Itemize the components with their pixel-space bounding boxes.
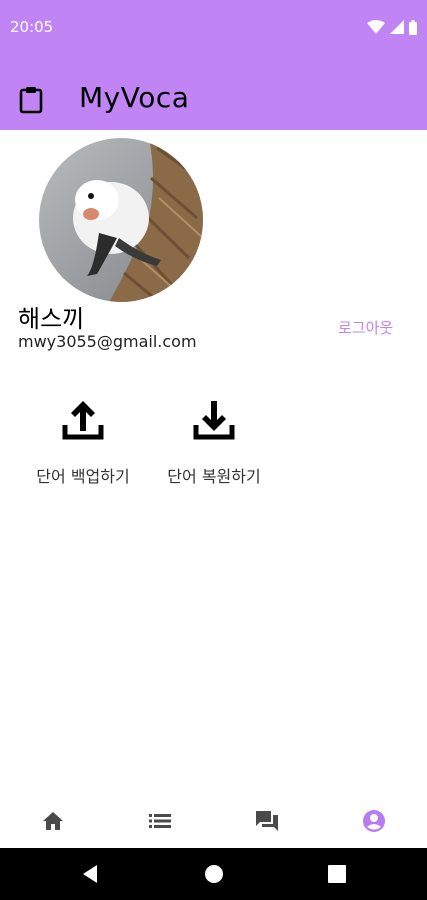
back-icon[interactable] [79, 863, 103, 885]
battery-icon [409, 19, 417, 35]
wifi-icon [367, 20, 385, 34]
status-icons [367, 18, 417, 36]
avatar[interactable] [39, 138, 203, 302]
download-icon [193, 401, 235, 440]
user-email: mwy3055@gmail.com [18, 332, 197, 351]
nav-account[interactable] [344, 794, 404, 848]
status-time: 20:05 [10, 18, 54, 36]
account-circle-icon [363, 810, 385, 832]
bottom-nav [0, 794, 427, 848]
app-bar: MyVoca [0, 56, 427, 130]
home-button-icon[interactable] [202, 863, 226, 885]
bird-avatar-image [39, 138, 203, 302]
list-icon [149, 814, 171, 828]
logout-button[interactable]: 로그아웃 [338, 317, 393, 338]
system-nav-bar [0, 848, 427, 900]
backup-label: 단어 백업하기 [36, 467, 130, 486]
restore-label: 단어 복원하기 [167, 467, 261, 486]
nav-list[interactable] [130, 794, 190, 848]
forum-icon [256, 811, 278, 831]
nav-forum[interactable] [237, 794, 297, 848]
recents-icon[interactable] [325, 863, 349, 885]
nav-home[interactable] [23, 794, 83, 848]
home-icon [43, 812, 63, 830]
clipboard-icon[interactable] [18, 86, 44, 114]
user-name: 해스끼 [18, 305, 85, 333]
restore-button[interactable]: 단어 복원하기 [144, 395, 284, 487]
upload-icon [62, 401, 104, 440]
status-bar: 20:05 [0, 0, 427, 56]
signal-icon [390, 20, 404, 34]
app-title: MyVoca [79, 81, 190, 114]
backup-button[interactable]: 단어 백업하기 [13, 395, 153, 487]
